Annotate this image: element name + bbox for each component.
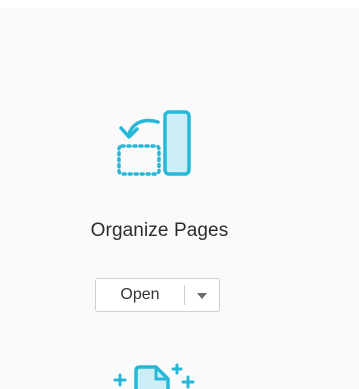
enhance-scans-icon — [110, 355, 205, 389]
open-options-dropdown[interactable] — [185, 279, 219, 311]
tool-card-organize-pages: Organize Pages Open — [0, 0, 359, 389]
open-split-button: Open — [95, 278, 220, 312]
open-button[interactable]: Open — [96, 279, 184, 311]
caret-down-icon — [197, 286, 207, 304]
tool-name: Organize Pages — [90, 220, 229, 241]
organize-pages-icon — [105, 104, 200, 194]
